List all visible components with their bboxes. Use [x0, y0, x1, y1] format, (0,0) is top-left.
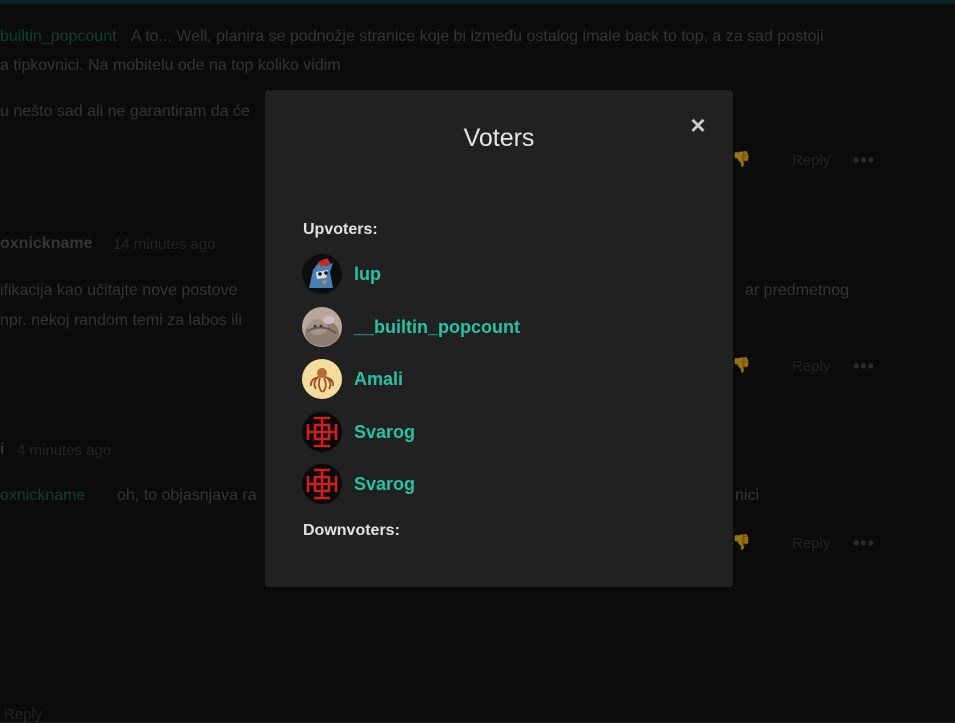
voter-item[interactable]: Svarog [302, 412, 415, 452]
voter-name[interactable]: __builtin_popcount [354, 317, 520, 338]
upvoters-heading: Upvoters: [303, 221, 378, 238]
svarog-symbol-icon [302, 412, 342, 452]
voter-item[interactable]: Svarog [302, 464, 415, 504]
fox-mascot-icon [302, 254, 342, 294]
cat-photo-icon [302, 307, 342, 347]
voter-name[interactable]: Svarog [354, 474, 415, 495]
voter-item[interactable]: Amali [302, 359, 403, 399]
voter-name[interactable]: Svarog [354, 422, 415, 443]
downvoters-heading: Downvoters: [303, 522, 400, 539]
voter-name[interactable]: Amali [354, 369, 403, 390]
voter-item[interactable]: __builtin_popcount [302, 307, 520, 347]
voters-modal: Voters × Upvoters: lup __builtin_popcoun… [265, 90, 733, 587]
modal-title: Voters [463, 124, 535, 152]
octopus-drawing-icon [302, 359, 342, 399]
voter-item[interactable]: lup [302, 254, 381, 294]
voter-name[interactable]: lup [354, 264, 381, 285]
svarog-symbol-icon [302, 464, 342, 504]
close-icon[interactable]: × [688, 112, 708, 138]
